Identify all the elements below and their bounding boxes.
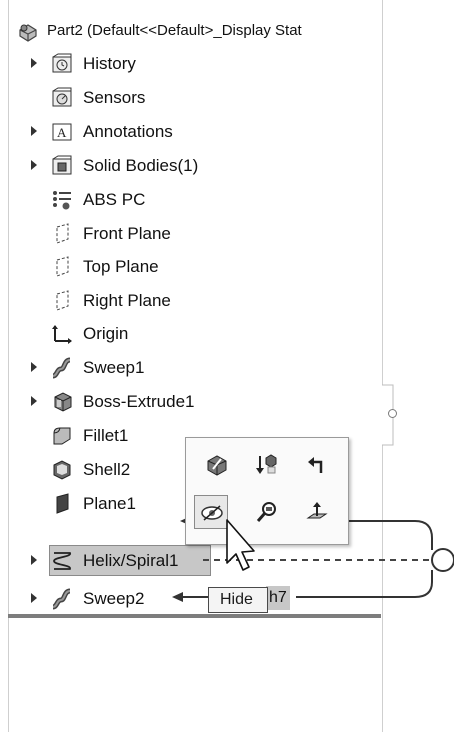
tree-item-helix-spiral1[interactable]: Helix/Spiral1: [9, 545, 383, 577]
history-icon: [51, 53, 73, 75]
expand-arrow-icon[interactable]: [31, 396, 37, 406]
hide-icon: [201, 505, 223, 521]
tree-item-material[interactable]: ABS PC: [9, 184, 383, 216]
tree-item-label: Front Plane: [83, 224, 171, 243]
tree-item-label: Annotations: [83, 122, 173, 141]
tree-item-label: Fillet1: [83, 426, 129, 445]
sweep-icon: [51, 357, 73, 379]
fillet-icon: [51, 425, 73, 447]
expand-arrow-icon[interactable]: [31, 593, 37, 603]
normal-to-button[interactable]: [300, 495, 334, 529]
tree-item-sweep2[interactable]: Sweep2: [9, 583, 383, 615]
sensors-icon: [51, 87, 73, 109]
expand-arrow-icon[interactable]: [31, 126, 37, 136]
tree-item-label: Sweep1: [83, 358, 145, 377]
tree-item-label: History: [83, 54, 136, 73]
tree-item-label: Right Plane: [83, 291, 171, 310]
tree-root-part[interactable]: Part2 (Default<<Default>_Display Stat: [9, 16, 383, 48]
tree-item-label: Top Plane: [83, 257, 159, 276]
splitter-handle-icon[interactable]: [388, 409, 397, 418]
normal-to-icon: [306, 502, 328, 519]
context-toolbar: [185, 437, 349, 545]
tree-item-origin[interactable]: Origin: [9, 318, 383, 350]
hide-button[interactable]: [194, 495, 228, 529]
select-parent-icon: [308, 457, 323, 473]
tree-item-right-plane[interactable]: Right Plane: [9, 285, 383, 317]
edit-feature-icon: [207, 455, 227, 476]
annotations-icon: A: [51, 121, 73, 143]
expand-arrow-icon[interactable]: [31, 58, 37, 68]
tooltip-text: Hide: [220, 591, 253, 608]
tree-item-label: Solid Bodies(1): [83, 156, 199, 175]
tree-item-history[interactable]: History: [9, 48, 383, 80]
part-icon: [17, 21, 39, 43]
svg-text:A: A: [57, 125, 67, 140]
tree-item-sweep1[interactable]: Sweep1: [9, 352, 383, 384]
tree-item-label: Plane1: [83, 494, 136, 513]
shell-icon: [51, 459, 73, 481]
tree-item-front-plane[interactable]: Front Plane: [9, 218, 383, 250]
plane-solid-icon: [51, 493, 73, 515]
edit-feature-button[interactable]: [200, 448, 234, 482]
tree-item-label: Sensors: [83, 88, 146, 107]
tree-item-label: ABS PC: [83, 190, 146, 209]
solid-bodies-icon: [51, 155, 73, 177]
select-parent-button[interactable]: [300, 448, 334, 482]
sweep-icon: [51, 588, 73, 610]
hidden-tag-label: h7: [266, 586, 290, 610]
tree-item-label: Origin: [83, 324, 129, 343]
rollback-icon: [256, 454, 277, 474]
expand-arrow-icon[interactable]: [31, 160, 37, 170]
tree-root-label: Part2 (Default<<Default>_Display Stat: [47, 22, 302, 39]
feature-manager-panel: Part2 (Default<<Default>_Display Stat Hi…: [8, 0, 383, 732]
tree-item-boss-extrude1[interactable]: Boss-Extrude1: [9, 386, 383, 418]
tree-item-top-plane[interactable]: Top Plane: [9, 251, 383, 283]
helix-icon: [51, 550, 73, 572]
tree-item-sensors[interactable]: Sensors: [9, 82, 383, 114]
expand-arrow-icon[interactable]: [31, 555, 37, 565]
rollback-bar[interactable]: [8, 614, 381, 618]
zoom-to-selection-icon: [256, 502, 276, 522]
tree-item-solid-bodies[interactable]: Solid Bodies(1): [9, 150, 383, 182]
origin-icon: [51, 323, 73, 345]
plane-icon: [51, 256, 73, 278]
rollback-button[interactable]: [250, 448, 284, 482]
panel-border: [382, 0, 383, 732]
material-icon: [51, 189, 73, 211]
expand-arrow-icon[interactable]: [31, 362, 37, 372]
tree-item-label: Shell2: [83, 460, 131, 479]
plane-icon: [51, 223, 73, 245]
tree-item-annotations[interactable]: A Annotations: [9, 116, 383, 148]
tree-item-label: Sweep2: [83, 589, 145, 608]
tree-item-label: Helix/Spiral1: [83, 551, 179, 570]
tree-item-label: Boss-Extrude1: [83, 392, 195, 411]
plane-icon: [51, 290, 73, 312]
extrude-icon: [51, 391, 73, 413]
hide-tooltip: Hide: [208, 587, 268, 613]
zoom-to-selection-button[interactable]: [250, 495, 284, 529]
